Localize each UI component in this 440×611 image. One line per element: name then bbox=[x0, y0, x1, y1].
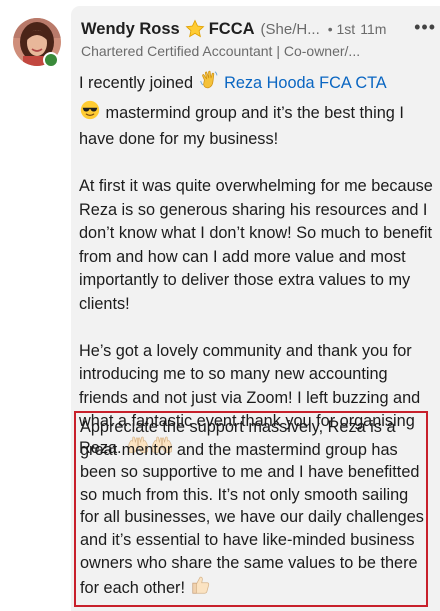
comment-thread: Wendy Ross FCCA (She/H... • 1st 11m ••• … bbox=[0, 0, 440, 611]
mention-link[interactable]: Reza Hooda FCA CTA bbox=[224, 74, 387, 92]
star-emoji-icon bbox=[185, 19, 205, 39]
author-row: Wendy Ross FCCA (She/H... • 1st 11m bbox=[81, 16, 436, 42]
thumbs-up-emoji-icon bbox=[190, 574, 212, 603]
online-status-dot bbox=[43, 52, 59, 68]
paragraph-1: I recently joined Reza Hooda FCA CTA mas… bbox=[79, 69, 435, 152]
sunglasses-emoji-icon bbox=[79, 99, 101, 129]
p1-text-end: mastermind group and it’s the best thing… bbox=[79, 103, 404, 149]
waving-hand-emoji-icon bbox=[198, 69, 220, 99]
comment-time: 11m bbox=[360, 21, 387, 37]
author-headline: Chartered Certified Accountant | Co-owne… bbox=[81, 43, 361, 59]
connection-degree: • 1st bbox=[327, 21, 356, 37]
more-options-icon[interactable]: ••• bbox=[414, 18, 436, 36]
paragraph-4: Appreciate the support massively, Reza i… bbox=[80, 416, 426, 603]
paragraph-2: At first it was quite overwhelming for m… bbox=[79, 177, 433, 313]
comment-header: Wendy Ross FCCA (She/H... • 1st 11m ••• … bbox=[81, 16, 436, 59]
author-pronouns: (She/H... bbox=[260, 20, 320, 38]
p1-text-start: I recently joined bbox=[79, 74, 198, 92]
p4-text: Appreciate the support massively, Reza i… bbox=[80, 418, 424, 598]
author-credential: FCCA bbox=[208, 19, 255, 38]
author-name[interactable]: Wendy Ross bbox=[81, 20, 180, 39]
